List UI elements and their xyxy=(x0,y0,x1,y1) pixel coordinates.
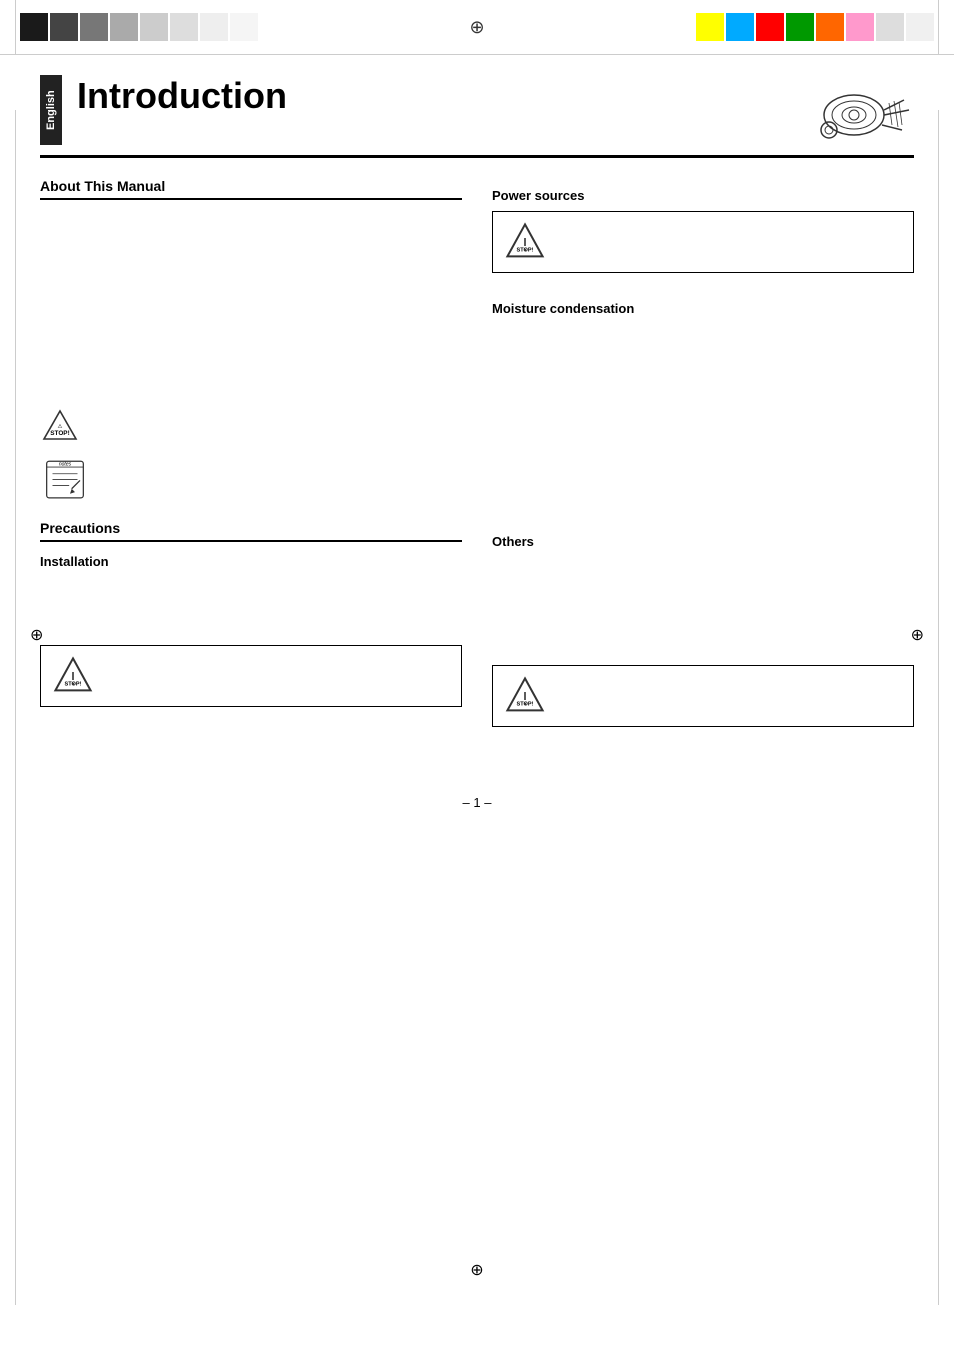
page-title: Introduction xyxy=(77,75,794,117)
about-manual-section: About This Manual xyxy=(40,178,462,392)
others-content xyxy=(492,557,914,657)
swatch-orange xyxy=(816,13,844,41)
page-content: English Introduction xyxy=(0,55,954,830)
left-column: About This Manual STOP! ⚠ xyxy=(40,178,462,755)
swatch-dark-gray xyxy=(50,13,78,41)
notes-book-icon: notes xyxy=(40,455,90,505)
power-stop-icon: STOP! xyxy=(505,222,545,262)
svg-text:notes: notes xyxy=(59,461,72,467)
product-image xyxy=(794,75,914,145)
precautions-section: Precautions Installation STOP! xyxy=(40,520,462,755)
center-registration-mark: ⊕ xyxy=(469,17,484,38)
swatch-cyan xyxy=(726,13,754,41)
swatch-yellow xyxy=(696,13,724,41)
svg-text:⚠: ⚠ xyxy=(57,423,63,430)
power-sources-section: Power sources STOP! xyxy=(492,188,914,291)
power-sources-warning-box: STOP! xyxy=(492,211,914,273)
stop-warning-icon: STOP! ⚠ xyxy=(40,407,80,447)
moisture-section: Moisture condensation xyxy=(492,301,914,524)
others-title: Others xyxy=(492,534,914,549)
right-reg-mark: ⊕ xyxy=(911,625,924,645)
swatch-light-2 xyxy=(906,13,934,41)
language-tab: English xyxy=(40,75,62,145)
moisture-title: Moisture condensation xyxy=(492,301,914,316)
stop-icon-row: STOP! ⚠ xyxy=(40,407,462,447)
page-number: – 1 – xyxy=(40,795,914,830)
swatch-black xyxy=(20,13,48,41)
power-sources-title: Power sources xyxy=(492,188,914,203)
svg-text:STOP!: STOP! xyxy=(50,430,69,437)
top-bar: ⊕ xyxy=(0,0,954,55)
swatch-lighter-gray xyxy=(140,13,168,41)
installation-extra-content xyxy=(40,715,462,755)
intro-header: English Introduction xyxy=(40,55,914,158)
power-sources-spacer xyxy=(492,281,914,291)
swatch-near-white-2 xyxy=(200,13,228,41)
others-section: Others STOP! xyxy=(492,534,914,727)
swatch-red xyxy=(756,13,784,41)
installation-title: Installation xyxy=(40,554,462,569)
content-body: English Introduction xyxy=(0,55,954,1305)
installation-warning-box: STOP! xyxy=(40,645,462,707)
others-stop-icon: STOP! xyxy=(505,676,545,716)
others-warning-box: STOP! xyxy=(492,665,914,727)
right-column: Power sources STOP! xyxy=(492,178,914,755)
swatch-near-white-1 xyxy=(170,13,198,41)
two-column-layout: About This Manual STOP! ⚠ xyxy=(40,178,914,755)
moisture-content xyxy=(492,324,914,524)
about-manual-title: About This Manual xyxy=(40,178,462,200)
about-manual-content xyxy=(40,212,462,392)
left-reg-mark: ⊕ xyxy=(30,625,43,645)
swatch-pink xyxy=(846,13,874,41)
swatch-light-1 xyxy=(876,13,904,41)
color-strip-right xyxy=(696,13,934,41)
installation-content xyxy=(40,577,462,637)
precautions-title: Precautions xyxy=(40,520,462,542)
swatch-light-gray xyxy=(110,13,138,41)
color-strip-left xyxy=(20,13,258,41)
swatch-off-white xyxy=(230,13,258,41)
swatch-green xyxy=(786,13,814,41)
installation-stop-icon: STOP! xyxy=(53,656,93,696)
swatch-gray xyxy=(80,13,108,41)
notes-icon-row: notes xyxy=(40,455,462,505)
icons-section: STOP! ⚠ notes xyxy=(40,407,462,505)
bottom-center-reg-mark: ⊕ xyxy=(470,1260,483,1280)
